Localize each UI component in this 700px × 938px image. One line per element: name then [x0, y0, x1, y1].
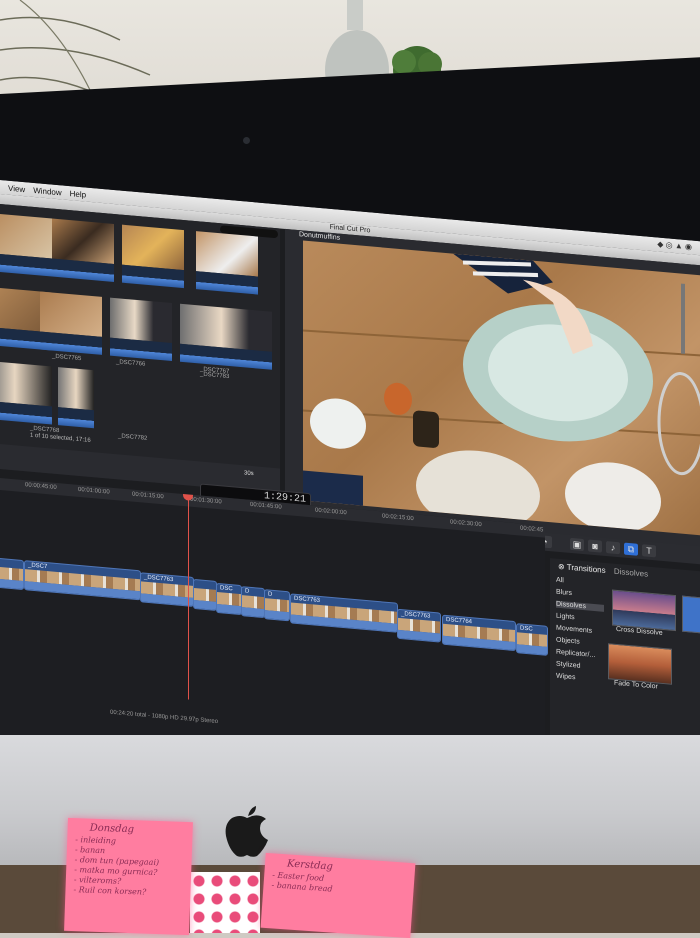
- category-lights[interactable]: Lights: [556, 613, 604, 624]
- timeline-clip[interactable]: DSC: [216, 582, 242, 616]
- sticky-note: Kerstdag - Easter food - banana bread: [260, 852, 416, 938]
- webcam: [243, 137, 250, 144]
- clip-thumbnail[interactable]: [196, 231, 258, 296]
- video-frame: [303, 240, 700, 536]
- effect-thumbnail[interactable]: [682, 595, 700, 634]
- tab-dissolves[interactable]: Dissolves: [614, 567, 648, 579]
- video-frame-image: [303, 253, 700, 533]
- titles-icon[interactable]: T: [642, 544, 656, 558]
- timeline-clip[interactable]: _DSC7763: [397, 608, 441, 643]
- event-browser: _DSC7765 _DSC7766 _DSC7767 _DSC7768 _DSC…: [0, 204, 280, 494]
- clip-thumbnail[interactable]: _DSC7767: [110, 297, 229, 375]
- timeline-clip[interactable]: DSC7764: [442, 614, 516, 652]
- timeline-clip[interactable]: DSC: [516, 623, 548, 656]
- ruler-tick: 00:00:45:00: [25, 482, 57, 491]
- category-movements[interactable]: Movements: [556, 625, 604, 636]
- clip-thumbnail[interactable]: [52, 218, 114, 284]
- tab-transitions[interactable]: Transitions: [567, 563, 606, 575]
- clip-thumbnail[interactable]: [0, 213, 52, 278]
- category-wipes[interactable]: Wipes: [556, 673, 604, 684]
- timeline-clip[interactable]: [0, 557, 24, 591]
- clip-caption: _DSC7783: [200, 371, 230, 381]
- ruler-tick: 00:01:45:00: [250, 501, 282, 511]
- transitions-browser-icon[interactable]: ⧉: [624, 542, 638, 556]
- clip-thumbnail[interactable]: [180, 303, 272, 372]
- timeline-clip[interactable]: D: [241, 586, 265, 619]
- timeline-clip[interactable]: [193, 578, 217, 611]
- timeline-status: 00:24:20 total - 1080p HD 29.97p Stereo: [110, 709, 219, 726]
- color-board-icon[interactable]: ▣: [570, 537, 584, 552]
- apple-logo-icon: [225, 806, 268, 857]
- category-replicator[interactable]: Replicator/...: [556, 649, 604, 660]
- timeline-clip[interactable]: DSC7763: [290, 593, 398, 633]
- polka-dot-box: [190, 872, 260, 933]
- timeline-clip[interactable]: _DSC7: [24, 560, 141, 601]
- ruler-tick: 00:02:30:00: [450, 519, 482, 529]
- clip-thumbnail[interactable]: [122, 224, 184, 290]
- fade-to-color-thumbnail[interactable]: [608, 643, 672, 685]
- category-all[interactable]: All: [556, 577, 604, 588]
- menu-view[interactable]: View: [8, 183, 25, 194]
- selection-status: 1 of 10 selected, 17:16: [30, 432, 91, 444]
- viewer: Donutmuffins ⏮⏸⏭: [285, 228, 700, 556]
- cross-dissolve-thumbnail[interactable]: [612, 589, 676, 632]
- category-dissolves[interactable]: Dissolves: [556, 600, 604, 612]
- ruler-tick: 00:02:15:00: [382, 513, 414, 523]
- sticky-note: Donsdag - inleiding - banan - dom tun (p…: [64, 817, 193, 936]
- ruler-tick: 00:01:15:00: [132, 491, 164, 501]
- timeline-clip[interactable]: D: [264, 589, 290, 622]
- timeline-clip[interactable]: _DSC7763: [140, 572, 194, 607]
- status-icons[interactable]: ◆ ◎ ▲ ◉: [657, 240, 692, 252]
- clip-thumbnail[interactable]: _DSC7768: [0, 361, 59, 434]
- ruler-tick: 00:02:45: [520, 525, 544, 534]
- ruler-tick: 00:01:00:00: [78, 486, 110, 496]
- close-icon[interactable]: ⊗: [558, 562, 565, 572]
- menu-help[interactable]: Help: [70, 189, 86, 199]
- category-stylized[interactable]: Stylized: [556, 661, 604, 672]
- clip-thumbnail[interactable]: _DSC7782: [58, 367, 147, 442]
- clip-thumbnail[interactable]: _DSC7766: [40, 291, 145, 368]
- ruler-tick: 00:01:30:00: [190, 496, 222, 506]
- category-objects[interactable]: Objects: [556, 637, 604, 648]
- photos-icon[interactable]: ◙: [588, 539, 602, 553]
- playhead[interactable]: [188, 494, 189, 700]
- transitions-header: ⊗ Transitions Dissolves: [558, 562, 648, 579]
- ruler-tick: 00:02:00:00: [315, 507, 347, 517]
- music-icon[interactable]: ♪: [606, 541, 620, 555]
- clip-zoom-label[interactable]: 30s: [244, 470, 254, 477]
- category-blurs[interactable]: Blurs: [556, 589, 604, 600]
- menu-window[interactable]: Window: [33, 185, 61, 196]
